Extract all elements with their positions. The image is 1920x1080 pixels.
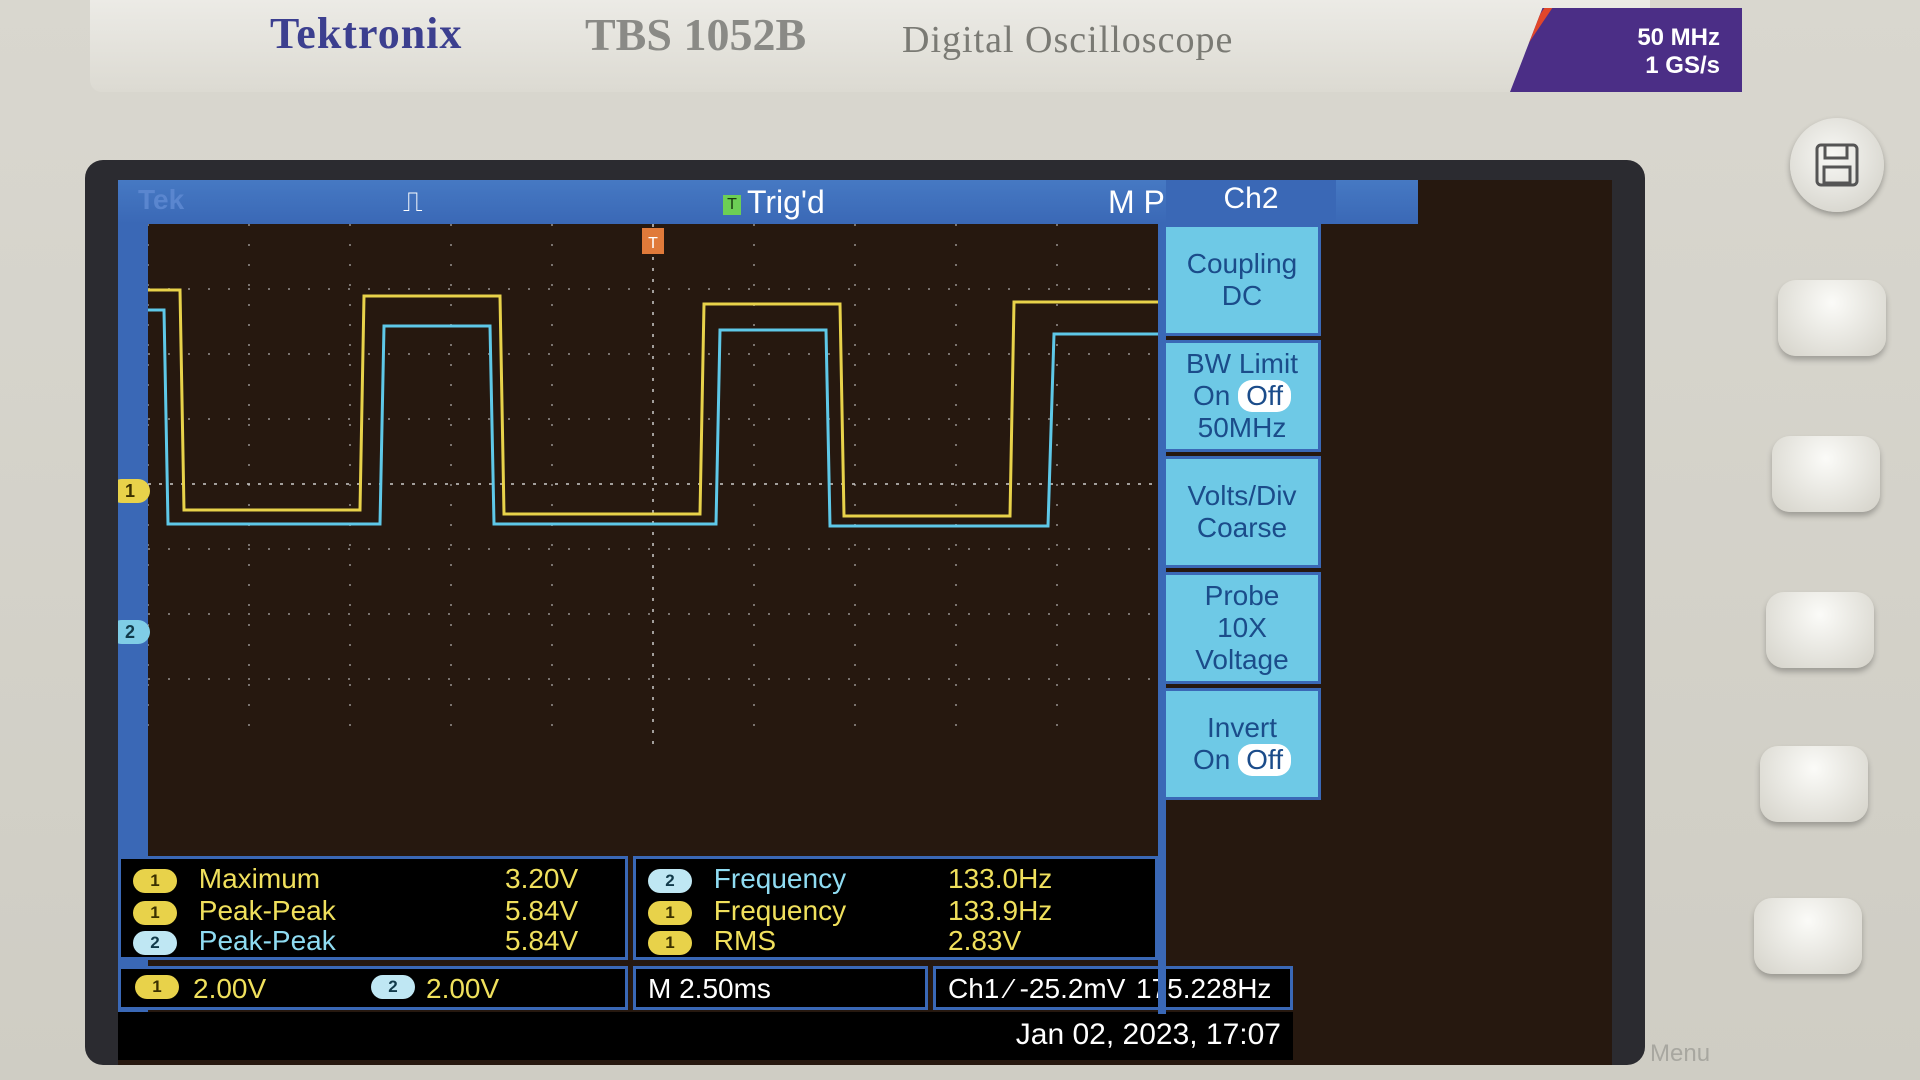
measurement-value: 5.84V: [505, 925, 579, 956]
model-number: TBS 1052B: [585, 9, 807, 60]
measurement-row: 1 Peak-Peak 5.84V: [133, 895, 637, 929]
measurement-value: 5.84V: [505, 895, 579, 926]
menu-item-value: 10X: [1217, 612, 1267, 643]
channel-badge: 1: [648, 900, 692, 925]
trigger-t-icon: T: [723, 194, 741, 215]
spec-sample-rate: 1 GS/s: [1645, 52, 1720, 79]
trigger-edge-icon: ⎍: [403, 186, 423, 217]
measurement-name: Peak-Peak: [198, 925, 336, 956]
floppy-disk-icon: [1815, 143, 1859, 187]
date-time: Jan 02, 2023, 17:07: [1015, 1018, 1281, 1051]
menu-item-label: BW Limit: [1186, 348, 1298, 379]
menu-button-label: Menu: [1650, 1040, 1711, 1067]
instrument-top-panel: Tektronix TBS 1052B Digital Oscilloscope…: [90, 0, 1742, 92]
ch2-waveform: [148, 308, 1158, 528]
menu-item-value-2: Voltage: [1195, 644, 1289, 675]
menu-item-value: Coarse: [1196, 512, 1288, 543]
channel-badge: 2: [648, 868, 692, 893]
option-button-3[interactable]: [1766, 592, 1874, 668]
measurement-value: 2.83V: [948, 925, 1022, 956]
measurement-value: 133.0Hz: [948, 863, 1053, 894]
menu-item-bw-limit[interactable]: BW Limit On Off 50MHz: [1163, 340, 1321, 452]
measurement-name: Maximum: [198, 863, 321, 894]
model-description: Digital Oscilloscope: [902, 19, 1234, 61]
measurement-row: 1 RMS 2.83V: [648, 925, 1167, 959]
measurement-name: Frequency: [713, 895, 847, 926]
measurement-value: 133.9Hz: [948, 895, 1053, 926]
timebase-readout: M 2.50ms: [633, 966, 928, 1010]
measurement-name: Frequency: [713, 863, 847, 894]
option-button-2[interactable]: [1772, 436, 1880, 512]
ch2-ground-marker[interactable]: 2: [118, 620, 150, 644]
toggle-on: On: [1193, 380, 1231, 411]
measurement-panel-right: 2 Frequency 133.0Hz 1 Frequency 133.9Hz …: [633, 856, 1158, 960]
measurement-row: 1 Maximum 3.20V: [133, 863, 637, 897]
timebase-value: M 2.50ms: [648, 973, 771, 1004]
measurement-row: 2 Frequency 133.0Hz: [648, 863, 1167, 897]
measurement-row: 2 Peak-Peak 5.84V: [133, 925, 637, 959]
measurement-name: Peak-Peak: [198, 895, 336, 926]
trigger-status: T Trig'd: [723, 184, 825, 221]
graticule-center: [148, 224, 1158, 744]
trigger-level: Ch1 ⁄ -25.2mV: [948, 973, 1126, 1004]
menu-item-label: Probe: [1204, 580, 1280, 611]
measurement-name: RMS: [713, 925, 777, 956]
toggle-on: On: [1193, 744, 1231, 775]
toggle-off-selected: Off: [1238, 744, 1291, 776]
menu-header: Ch2: [1166, 180, 1336, 222]
option-button-1[interactable]: [1778, 280, 1886, 356]
measurement-row: 1 Frequency 133.9Hz: [648, 895, 1167, 929]
ch2-badge: 2: [371, 975, 415, 999]
menu-item-label: Volts/Div: [1187, 480, 1297, 511]
channel-badge: 1: [648, 930, 692, 955]
measurement-value: 3.20V: [505, 863, 579, 894]
toggle-off-selected: Off: [1238, 380, 1291, 412]
menu-item-probe[interactable]: Probe 10X Voltage: [1163, 572, 1321, 684]
svg-text:T: T: [648, 235, 658, 252]
option-button-5[interactable]: [1754, 898, 1862, 974]
spec-bandwidth: 50 MHz: [1637, 24, 1720, 51]
menu-item-invert[interactable]: Invert On Off: [1163, 688, 1321, 800]
channel-badge: 1: [133, 868, 177, 893]
menu-item-value: DC: [1221, 280, 1263, 311]
menu-item-label: Coupling: [1186, 248, 1298, 279]
channel-badge: 1: [133, 900, 177, 925]
waveform-display: T: [148, 224, 1158, 744]
menu-item-toggle: On Off: [1166, 744, 1318, 776]
menu-item-toggle: On Off: [1166, 380, 1318, 412]
brand-logo: Tektronix: [270, 9, 463, 58]
trigger-status-label: Trig'd: [747, 184, 825, 220]
menu-item-value: 50MHz: [1197, 412, 1287, 443]
save-button[interactable]: [1790, 118, 1884, 212]
trigger-position-marker: T: [642, 228, 664, 254]
channel-badge: 2: [133, 930, 177, 955]
trigger-frequency: 175.228Hz: [1136, 973, 1272, 1004]
menu-item-label: Invert: [1206, 712, 1278, 743]
measurement-panel-left: 1 Maximum 3.20V 1 Peak-Peak 5.84V 2 Peak…: [118, 856, 628, 960]
menu-item-volts-div[interactable]: Volts/Div Coarse: [1163, 456, 1321, 568]
channel-scale-readout: 1 2.00V 2 2.00V: [118, 966, 628, 1010]
oscilloscope-screen: Tek ⎍ TTrig'd M Pos: 0.000s 1 2 T: [118, 180, 1612, 1065]
trigger-readout: Ch1 ⁄ -25.2mV 175.228Hz: [933, 966, 1293, 1010]
ch2-scale: 2.00V: [426, 973, 500, 1004]
menu-item-coupling[interactable]: Coupling DC: [1163, 224, 1321, 336]
ch1-scale: 2.00V: [193, 973, 267, 1004]
tek-logo: Tek: [138, 184, 185, 215]
spec-badge: 50 MHz 1 GS/s: [1510, 8, 1742, 92]
option-button-4[interactable]: [1760, 746, 1868, 822]
ch1-badge: 1: [135, 975, 179, 999]
ch1-ground-marker[interactable]: 1: [118, 479, 150, 503]
date-bar: Jan 02, 2023, 17:07: [118, 1012, 1293, 1060]
